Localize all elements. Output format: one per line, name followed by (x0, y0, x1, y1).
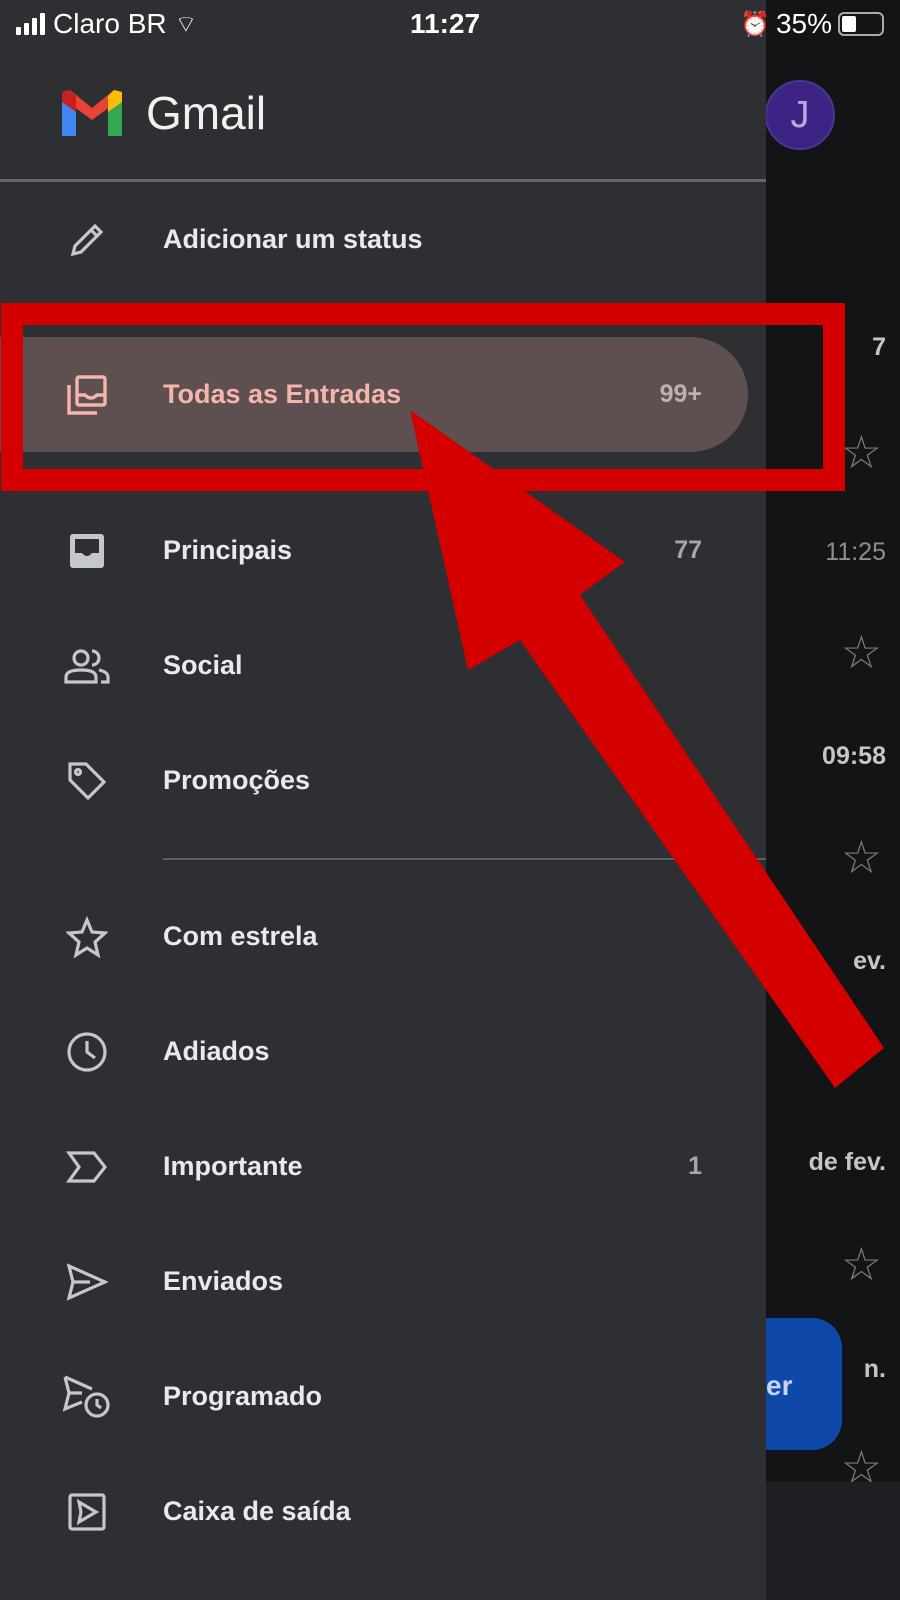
email-date: n. (863, 1355, 886, 1383)
app-title: Gmail (146, 87, 267, 139)
email-date: 11:25 (825, 538, 886, 566)
sidebar-item-promotions[interactable]: Promoções (0, 723, 766, 838)
bottom-nav (766, 1482, 900, 1600)
clock: 11:27 (410, 8, 481, 39)
status-bar: Claro BR ⌔ 11:27 ⏰ 35% (0, 0, 900, 50)
battery-percent: 35% (775, 8, 832, 39)
gmail-m-icon (62, 90, 122, 136)
all-inboxes-icon (62, 370, 112, 420)
send-icon (62, 1257, 112, 1307)
unread-count: 77 (674, 536, 702, 564)
battery-icon (838, 12, 884, 36)
star-icon[interactable]: ☆ (841, 830, 882, 884)
signal-icon (16, 13, 45, 35)
divider (163, 472, 766, 474)
sidebar-item-all-inboxes[interactable]: Todas as Entradas 99+ (0, 337, 766, 452)
item-label: Caixa de saída (163, 1496, 351, 1526)
sidebar-item-starred[interactable]: Com estrela (0, 879, 766, 994)
gmail-logo: Gmail (60, 86, 266, 140)
email-date: de fev. (808, 1148, 886, 1176)
star-icon[interactable]: ☆ (841, 625, 882, 679)
sidebar-item-important[interactable]: Importante 1 (0, 1109, 766, 1224)
sidebar-item-social[interactable]: Social (0, 608, 766, 723)
star-icon[interactable]: ☆ (841, 425, 882, 479)
item-label: Social (163, 650, 243, 680)
navigation-drawer: Gmail Adicionar um status Todas as Entra… (0, 0, 766, 1600)
sidebar-item-primary[interactable]: Principais 77 (0, 493, 766, 608)
email-date: 7 (872, 333, 886, 361)
email-date: 09:58 (822, 742, 886, 770)
item-label: Todas as Entradas (163, 379, 402, 409)
people-icon (62, 641, 112, 691)
divider (163, 858, 766, 860)
item-label: Adiados (163, 1036, 270, 1066)
item-label: Promoções (163, 765, 311, 795)
pencil-icon (62, 215, 112, 265)
unread-count: 99+ (659, 380, 702, 408)
important-icon (62, 1142, 112, 1192)
tag-icon (62, 756, 112, 806)
sidebar-item-snoozed[interactable]: Adiados (0, 994, 766, 1109)
add-status-item[interactable]: Adicionar um status (0, 182, 766, 297)
carrier-name: Claro BR (53, 8, 167, 39)
sidebar-item-scheduled[interactable]: Programado (0, 1339, 766, 1454)
alarm-icon: ⏰ (740, 10, 770, 38)
sidebar-item-sent[interactable]: Enviados (0, 1224, 766, 1339)
star-icon[interactable]: ☆ (841, 1237, 882, 1291)
star-icon (62, 912, 112, 962)
item-label: Principais (163, 535, 293, 565)
item-label: Com estrela (163, 921, 318, 951)
item-label: Enviados (163, 1266, 284, 1296)
unread-count: 1 (688, 1152, 702, 1180)
inbox-icon (62, 526, 112, 576)
item-label: Importante (163, 1151, 303, 1181)
item-label: Adicionar um status (163, 224, 423, 254)
item-label: Programado (163, 1381, 323, 1411)
scheduled-send-icon (62, 1372, 112, 1422)
email-date: ev. (853, 947, 886, 975)
wifi-icon: ⌔ (174, 11, 198, 38)
account-avatar[interactable]: J (765, 80, 835, 150)
sidebar-item-outbox[interactable]: Caixa de saída (0, 1454, 766, 1569)
outbox-icon (62, 1487, 112, 1537)
clock-icon (62, 1027, 112, 1077)
